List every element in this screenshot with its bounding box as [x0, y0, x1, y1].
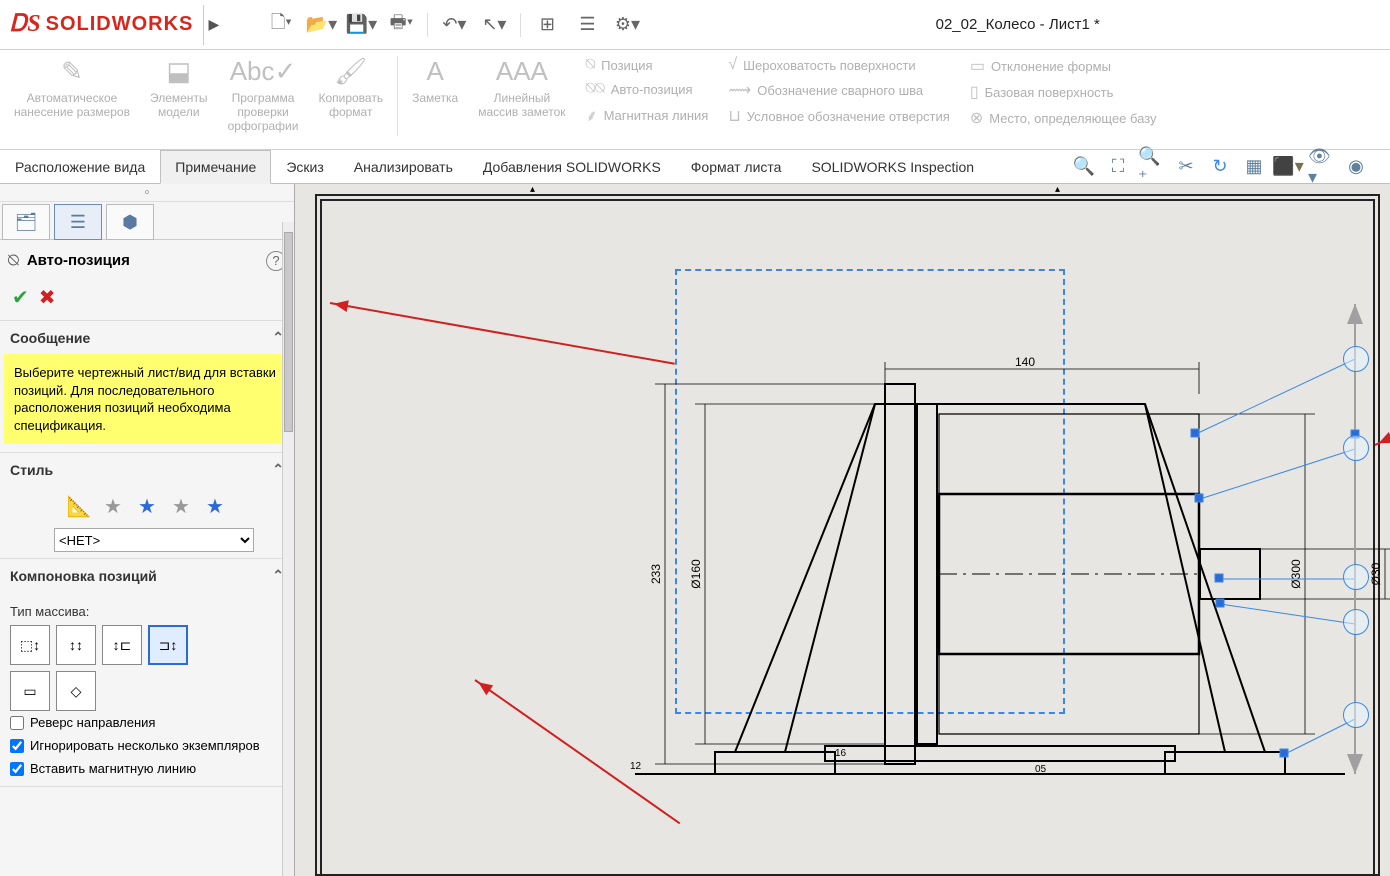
- tab-evaluate[interactable]: Анализировать: [339, 150, 468, 183]
- tab-sheet-format[interactable]: Формат листа: [676, 150, 797, 183]
- hide-show-button[interactable]: 👁▾: [1308, 153, 1336, 181]
- auto-balloon-button[interactable]: ⍉⍉Авто-позиция: [586, 80, 709, 98]
- layout-top-button[interactable]: ↕⊏: [102, 625, 142, 665]
- print-button[interactable]: 🖶▾: [383, 7, 419, 43]
- balloon-3[interactable]: [1343, 564, 1369, 590]
- style-add-icon[interactable]: ★: [99, 492, 127, 520]
- ribbon: ✎Автоматическоенанесение размеров ⬓Элеме…: [0, 50, 1390, 150]
- layout-bottom-button[interactable]: ▭: [10, 671, 50, 711]
- spell-check-button[interactable]: Abc✓Программапроверкиорфографии: [218, 56, 309, 146]
- undo-button[interactable]: ↶▾: [436, 7, 472, 43]
- auto-balloon-icon: ⍉: [8, 250, 19, 271]
- property-manager: ◦ 🗂 ☰ ⬢ ⍉ Авто-позиция ? ✔ ✖ Сообщение⌃ …: [0, 184, 295, 876]
- property-manager-tab[interactable]: ☰: [54, 204, 102, 240]
- view-orientation-button[interactable]: ⬛▾: [1274, 153, 1302, 181]
- datum-target-button[interactable]: ⊗Место, определяющее базу: [970, 108, 1157, 128]
- message-section-header[interactable]: Сообщение⌃: [0, 321, 294, 354]
- select-button[interactable]: ↖▾: [476, 7, 512, 43]
- panel-title: Авто-позиция: [27, 252, 130, 269]
- style-apply-icon[interactable]: 📐: [65, 492, 93, 520]
- svg-text:233: 233: [649, 564, 663, 584]
- command-manager-tabs: Расположение вида Примечание Эскиз Анали…: [0, 150, 1390, 184]
- quick-access-toolbar: 🗋▾ 📂▾ 💾▾ 🖶▾ ↶▾ ↖▾ ⊞ ☰ ⚙▾: [263, 7, 645, 43]
- tab-inspection[interactable]: SOLIDWORKS Inspection: [796, 150, 989, 183]
- settings-button[interactable]: ⚙▾: [609, 7, 645, 43]
- section-view-button[interactable]: ✂: [1172, 153, 1200, 181]
- magnetic-line-button[interactable]: ⸙Магнитная линия: [586, 104, 709, 126]
- hole-callout-button[interactable]: ⊔Условное обозначение отверстия: [728, 106, 950, 126]
- geometric-tolerance-button[interactable]: ▭Отклонение формы: [970, 56, 1157, 76]
- smart-dimension-button[interactable]: ✎Автоматическоенанесение размеров: [4, 56, 140, 146]
- ignore-checkbox[interactable]: Игнорировать несколько экземпляров: [10, 734, 284, 757]
- expand-toolbar-button[interactable]: ▶: [203, 5, 223, 45]
- drawing-canvas[interactable]: ▴▴: [295, 184, 1390, 876]
- balloon-button[interactable]: ⍉Позиция: [586, 56, 709, 74]
- linear-note-pattern-button[interactable]: AAAЛинейныймассив заметок: [468, 56, 575, 146]
- ok-button[interactable]: ✔: [12, 285, 29, 310]
- svg-text:16: 16: [835, 748, 847, 759]
- app-name: SOLIDWORKS: [46, 13, 194, 36]
- config-manager-tab[interactable]: ⬢: [106, 204, 154, 240]
- model-items-button[interactable]: ⬓Элементымодели: [140, 56, 218, 146]
- tab-view-layout[interactable]: Расположение вида: [0, 150, 160, 183]
- style-save-icon[interactable]: ★: [167, 492, 195, 520]
- svg-text:Ø30: Ø30: [1369, 562, 1383, 585]
- svg-text:05: 05: [1035, 764, 1047, 775]
- note-button[interactable]: AЗаметка: [402, 56, 468, 146]
- style-load-icon[interactable]: ★: [201, 492, 229, 520]
- heads-up-toolbar: 🔍 ⛶ 🔍⁺ ✂ ↻ ▦ ⬛▾ 👁▾ ◉: [1070, 153, 1390, 181]
- prev-view-button[interactable]: 🔍⁺: [1138, 153, 1166, 181]
- datum-feature-button[interactable]: ▯Базовая поверхность: [970, 82, 1157, 102]
- svg-text:Ø300: Ø300: [1289, 559, 1303, 589]
- rotate-button[interactable]: ↻: [1206, 153, 1234, 181]
- rebuild-button[interactable]: ⊞: [529, 7, 565, 43]
- document-title: 02_02_Колесо - Лист1 *: [936, 16, 1100, 33]
- balloon-5[interactable]: [1343, 702, 1369, 728]
- open-doc-button[interactable]: 📂▾: [303, 7, 339, 43]
- style-select[interactable]: <НЕТ>: [54, 528, 254, 552]
- save-button[interactable]: 💾▾: [343, 7, 379, 43]
- balloon-2[interactable]: [1343, 435, 1369, 461]
- reverse-checkbox[interactable]: Реверс направления: [10, 711, 284, 734]
- zoom-fit-button[interactable]: 🔍: [1070, 153, 1098, 181]
- svg-text:Ø160: Ø160: [689, 559, 703, 589]
- list-button[interactable]: ☰: [569, 7, 605, 43]
- weld-symbol-button[interactable]: ⟿Обозначение сварного шва: [728, 80, 950, 100]
- message-text: Выберите чертежный лист/вид для вставки …: [4, 354, 290, 444]
- style-delete-icon[interactable]: ★: [133, 492, 161, 520]
- tab-annotation[interactable]: Примечание: [160, 150, 271, 184]
- ds-icon: ᎠS: [10, 11, 42, 38]
- svg-text:140: 140: [1015, 355, 1035, 369]
- style-section-header[interactable]: Стиль⌃: [0, 453, 294, 486]
- zoom-area-button[interactable]: ⛶: [1104, 153, 1132, 181]
- panel-scrollbar[interactable]: [282, 222, 294, 876]
- tab-addins[interactable]: Добавления SOLIDWORKS: [468, 150, 676, 183]
- display-style-button[interactable]: ▦: [1240, 153, 1268, 181]
- balloon-1[interactable]: [1343, 346, 1369, 372]
- surface-finish-button[interactable]: √Шероховатость поверхности: [728, 56, 950, 74]
- layout-left-button[interactable]: ◇: [56, 671, 96, 711]
- layout-section-header[interactable]: Компоновка позиций⌃: [0, 559, 294, 592]
- balloon-4[interactable]: [1343, 609, 1369, 635]
- feature-tree-tab[interactable]: 🗂: [2, 204, 50, 240]
- title-bar: ᎠS SOLIDWORKS ▶ 🗋▾ 📂▾ 💾▾ 🖶▾ ↶▾ ↖▾ ⊞ ☰ ⚙▾…: [0, 0, 1390, 50]
- appearance-button[interactable]: ◉: [1342, 153, 1370, 181]
- layout-square-button[interactable]: ⬚↕: [10, 625, 50, 665]
- app-logo: ᎠS SOLIDWORKS: [0, 11, 203, 38]
- tab-sketch[interactable]: Эскиз: [271, 150, 338, 183]
- cancel-button[interactable]: ✖: [39, 285, 56, 310]
- drawing-view: 140 Ø160 233 Ø300 Ø30 12 16 05: [585, 274, 1390, 814]
- format-painter-button[interactable]: 🖌Копироватьформат: [308, 56, 393, 146]
- layout-circular-button[interactable]: ↕↕: [56, 625, 96, 665]
- svg-text:12: 12: [630, 761, 642, 772]
- magnetic-line-checkbox[interactable]: Вставить магнитную линию: [10, 757, 284, 780]
- layout-right-button[interactable]: ⊐↕: [148, 625, 188, 665]
- new-doc-button[interactable]: 🗋▾: [263, 7, 299, 43]
- array-type-label: Тип массива:: [10, 604, 284, 619]
